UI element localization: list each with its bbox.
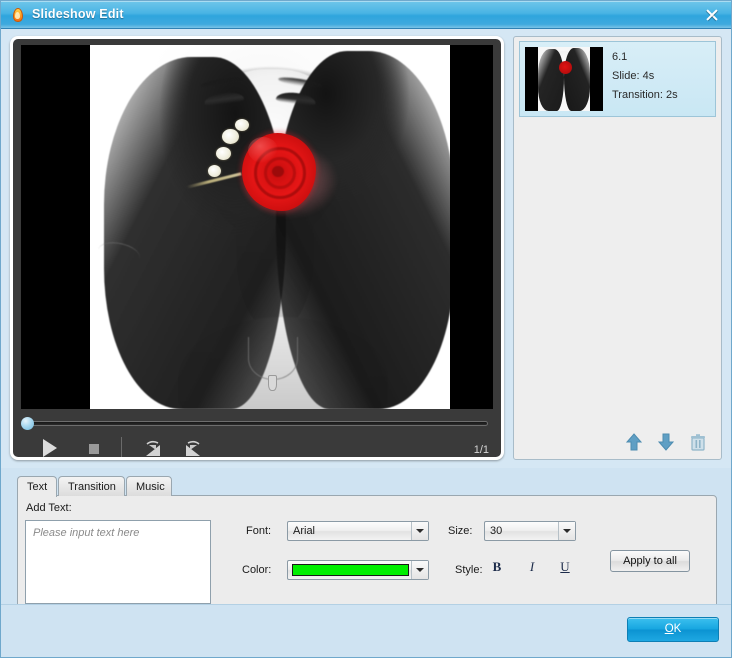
ok-button[interactable]: OK <box>627 617 719 642</box>
font-select[interactable]: Arial <box>287 521 429 541</box>
slideshow-edit-window: Slideshow Edit 1/1 6.1 Slide: 4s Transit… <box>0 0 732 658</box>
ok-accesskey-letter: O <box>664 623 674 635</box>
play-icon[interactable] <box>43 439 57 457</box>
color-select[interactable] <box>287 560 429 580</box>
thumbnail-slide-duration: Slide: 4s <box>612 70 655 82</box>
page-counter: 1/1 <box>473 444 489 456</box>
seek-track[interactable] <box>26 421 488 426</box>
rotate-right-icon[interactable] <box>181 439 203 457</box>
rotate-left-icon[interactable] <box>143 439 165 457</box>
window-title: Slideshow Edit <box>32 7 124 21</box>
list-item[interactable]: 6.1 Slide: 4s Transition: 2s <box>519 41 716 117</box>
arrow-up-icon[interactable] <box>624 432 644 452</box>
add-text-label: Add Text: <box>26 502 72 514</box>
thumbnail-toolbar <box>514 425 721 459</box>
arrow-down-icon[interactable] <box>656 432 676 452</box>
color-swatch <box>292 564 409 576</box>
thumbnail-meta: 6.1 Slide: 4s Transition: 2s <box>612 48 712 105</box>
seek-bar[interactable] <box>21 417 493 430</box>
chevron-down-icon[interactable] <box>558 522 575 540</box>
tab-music[interactable]: Music <box>126 476 172 496</box>
style-label: Style: <box>455 564 483 576</box>
size-value: 30 <box>490 525 503 537</box>
color-label: Color: <box>242 564 272 576</box>
text-input[interactable]: Please input text here <box>25 520 211 604</box>
upper-content-area: 1/1 6.1 Slide: 4s Transition: 2s <box>1 29 731 468</box>
thumbnail-name: 6.1 <box>612 51 628 63</box>
preview-stage[interactable] <box>21 45 493 409</box>
flame-icon <box>10 7 26 23</box>
trash-icon[interactable] <box>688 432 708 452</box>
underline-button[interactable]: U <box>554 557 576 577</box>
tab-transition[interactable]: Transition <box>58 476 125 496</box>
title-bar: Slideshow Edit <box>1 1 731 29</box>
chevron-down-icon[interactable] <box>411 561 428 579</box>
thumbnail-image <box>525 47 603 111</box>
thumbnail-panel: 6.1 Slide: 4s Transition: 2s <box>513 36 722 460</box>
preview-panel: 1/1 <box>10 36 504 460</box>
controls-divider <box>121 437 122 457</box>
titlebar-highlight <box>1 1 731 2</box>
font-value: Arial <box>293 525 316 537</box>
slide-image <box>90 45 450 409</box>
apply-to-all-button[interactable]: Apply to all <box>610 550 690 572</box>
footer-bar: OK <box>1 604 731 657</box>
font-label: Font: <box>246 525 272 537</box>
bold-button[interactable]: B <box>486 557 508 577</box>
transport-controls: 1/1 <box>21 435 493 457</box>
italic-button[interactable]: I <box>521 557 543 577</box>
thumbnail-list[interactable]: 6.1 Slide: 4s Transition: 2s <box>519 41 716 421</box>
chevron-down-icon[interactable] <box>411 522 428 540</box>
size-label: Size: <box>448 525 473 537</box>
stop-icon[interactable] <box>89 444 99 454</box>
size-select[interactable]: 30 <box>484 521 576 541</box>
tab-text[interactable]: Text <box>17 476 57 497</box>
ok-label-rest: K <box>673 623 682 635</box>
close-icon[interactable] <box>699 4 725 26</box>
thumbnail-transition-duration: Transition: 2s <box>612 89 678 101</box>
seek-thumb[interactable] <box>21 417 34 430</box>
